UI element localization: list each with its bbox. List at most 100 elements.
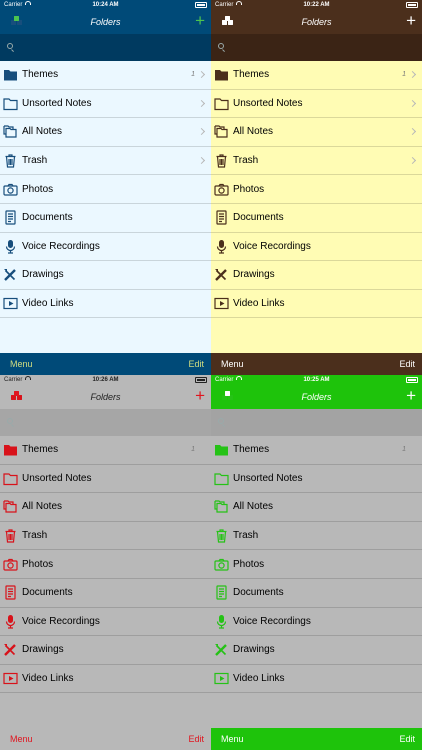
menu-button[interactable]: Menu: [10, 728, 33, 750]
folder-label: Themes: [233, 69, 270, 81]
folder-row-documents[interactable]: Documents: [0, 579, 211, 608]
folder-label: Drawings: [22, 269, 64, 281]
status-time: 10:22 AM: [303, 2, 330, 8]
search-field[interactable]: [211, 409, 422, 436]
search-field[interactable]: [211, 34, 422, 61]
folder-count: 1: [402, 71, 406, 79]
stacked-folders-icon: [3, 125, 17, 139]
folder-row-voice-recordings[interactable]: Voice Recordings: [211, 608, 422, 637]
folder-label: Themes: [233, 444, 270, 456]
add-folder-button[interactable]: +: [195, 10, 205, 32]
trash-icon: [216, 529, 227, 543]
folder-row-all-notes[interactable]: All Notes: [211, 118, 422, 147]
folder-row-trash[interactable]: Trash: [0, 147, 211, 176]
folder-row-voice-recordings[interactable]: Voice Recordings: [0, 608, 211, 637]
folder-row-all-notes[interactable]: All Notes: [0, 493, 211, 522]
folder-row-all-notes[interactable]: All Notes: [211, 493, 422, 522]
folder-row-unsorted-notes[interactable]: Unsorted Notes: [211, 90, 422, 119]
document-icon: [5, 585, 16, 600]
folder-row-unsorted-notes[interactable]: Unsorted Notes: [211, 465, 422, 494]
chevron-right-icon: [408, 474, 417, 482]
chevron-right-icon: [408, 128, 417, 136]
folder-list: Themes 1 Unsorted Notes All Notes Trash Photo…: [211, 61, 422, 319]
folder-row-documents[interactable]: Documents: [0, 204, 211, 233]
folder-label: All Notes: [22, 501, 63, 513]
stacked-folders-icon: [214, 125, 228, 139]
nav-bar: Folders +: [0, 10, 211, 34]
camera-icon: [214, 558, 229, 571]
search-icon: [218, 43, 224, 49]
menu-button[interactable]: Menu: [10, 353, 33, 375]
add-folder-button[interactable]: +: [406, 10, 416, 32]
edit-button[interactable]: Edit: [188, 728, 204, 750]
add-folder-button[interactable]: +: [406, 385, 416, 407]
chevron-right-icon: [408, 446, 417, 454]
page-title: Folders: [90, 17, 121, 27]
folder-row-documents[interactable]: Documents: [211, 579, 422, 608]
folder-row-video-links[interactable]: Video Links: [211, 665, 422, 694]
chevron-right-icon: [197, 474, 206, 482]
folder-row-drawings[interactable]: Drawings: [0, 261, 211, 290]
folder-row-unsorted-notes[interactable]: Unsorted Notes: [0, 465, 211, 494]
folder-row-themes[interactable]: Themes 1: [211, 61, 422, 90]
folder-row-voice-recordings[interactable]: Voice Recordings: [211, 233, 422, 262]
chevron-right-icon: [408, 532, 417, 540]
folder-label: Photos: [22, 183, 54, 195]
chevron-right-icon: [197, 532, 206, 540]
folder-row-trash[interactable]: Trash: [211, 147, 422, 176]
chevron-right-icon: [197, 157, 206, 165]
search-field[interactable]: [0, 409, 211, 436]
folder-row-voice-recordings[interactable]: Voice Recordings: [0, 233, 211, 262]
folder-filled-icon: [4, 445, 17, 456]
edit-button[interactable]: Edit: [399, 353, 415, 375]
chevron-right-icon: [408, 99, 417, 107]
folder-row-photos[interactable]: Photos: [211, 550, 422, 579]
folder-row-photos[interactable]: Photos: [0, 175, 211, 204]
folder-row-drawings[interactable]: Drawings: [0, 636, 211, 665]
folder-row-photos[interactable]: Photos: [0, 550, 211, 579]
edit-button[interactable]: Edit: [399, 728, 415, 750]
chevron-right-icon: [197, 71, 206, 79]
edit-button[interactable]: Edit: [188, 353, 204, 375]
folder-filled-icon: [215, 445, 228, 456]
battery-icon: [195, 2, 207, 8]
folder-row-drawings[interactable]: Drawings: [211, 636, 422, 665]
folder-label: Video Links: [22, 673, 74, 685]
folder-row-video-links[interactable]: Video Links: [0, 665, 211, 694]
stacked-folders-icon: [3, 500, 17, 514]
menu-button[interactable]: Menu: [221, 353, 244, 375]
menu-button[interactable]: Menu: [221, 728, 244, 750]
folder-label: Unsorted Notes: [22, 472, 92, 484]
folder-row-themes[interactable]: Themes 1: [211, 436, 422, 465]
folder-row-video-links[interactable]: Video Links: [211, 290, 422, 319]
bottom-toolbar: Menu Edit: [0, 353, 211, 375]
folder-row-unsorted-notes[interactable]: Unsorted Notes: [0, 90, 211, 119]
microphone-icon: [5, 239, 16, 254]
folder-label: Drawings: [233, 269, 275, 281]
folder-label: Voice Recordings: [22, 240, 100, 252]
search-field[interactable]: [0, 34, 211, 61]
chevron-right-icon: [197, 503, 206, 511]
folder-row-trash[interactable]: Trash: [0, 522, 211, 551]
nav-bar: Folders +: [211, 10, 422, 34]
search-icon: [7, 43, 13, 49]
folder-list: Themes 1 Unsorted Notes All Notes Trash Photo…: [0, 61, 211, 319]
folder-row-all-notes[interactable]: All Notes: [0, 118, 211, 147]
bottom-toolbar: Menu Edit: [0, 728, 211, 750]
add-folder-button[interactable]: +: [195, 385, 205, 407]
drawing-tools-icon: [215, 269, 227, 282]
folder-label: Video Links: [22, 298, 74, 310]
camera-icon: [3, 183, 18, 196]
folder-row-photos[interactable]: Photos: [211, 175, 422, 204]
folder-row-themes[interactable]: Themes 1: [0, 61, 211, 90]
folder-row-drawings[interactable]: Drawings: [211, 261, 422, 290]
folder-row-documents[interactable]: Documents: [211, 204, 422, 233]
folder-row-video-links[interactable]: Video Links: [0, 290, 211, 319]
folder-label: Unsorted Notes: [233, 97, 303, 109]
folder-row-themes[interactable]: Themes 1: [0, 436, 211, 465]
folder-row-trash[interactable]: Trash: [211, 522, 422, 551]
document-icon: [216, 585, 227, 600]
trash-icon: [5, 154, 16, 168]
folder-label: Photos: [22, 558, 54, 570]
camera-icon: [3, 558, 18, 571]
